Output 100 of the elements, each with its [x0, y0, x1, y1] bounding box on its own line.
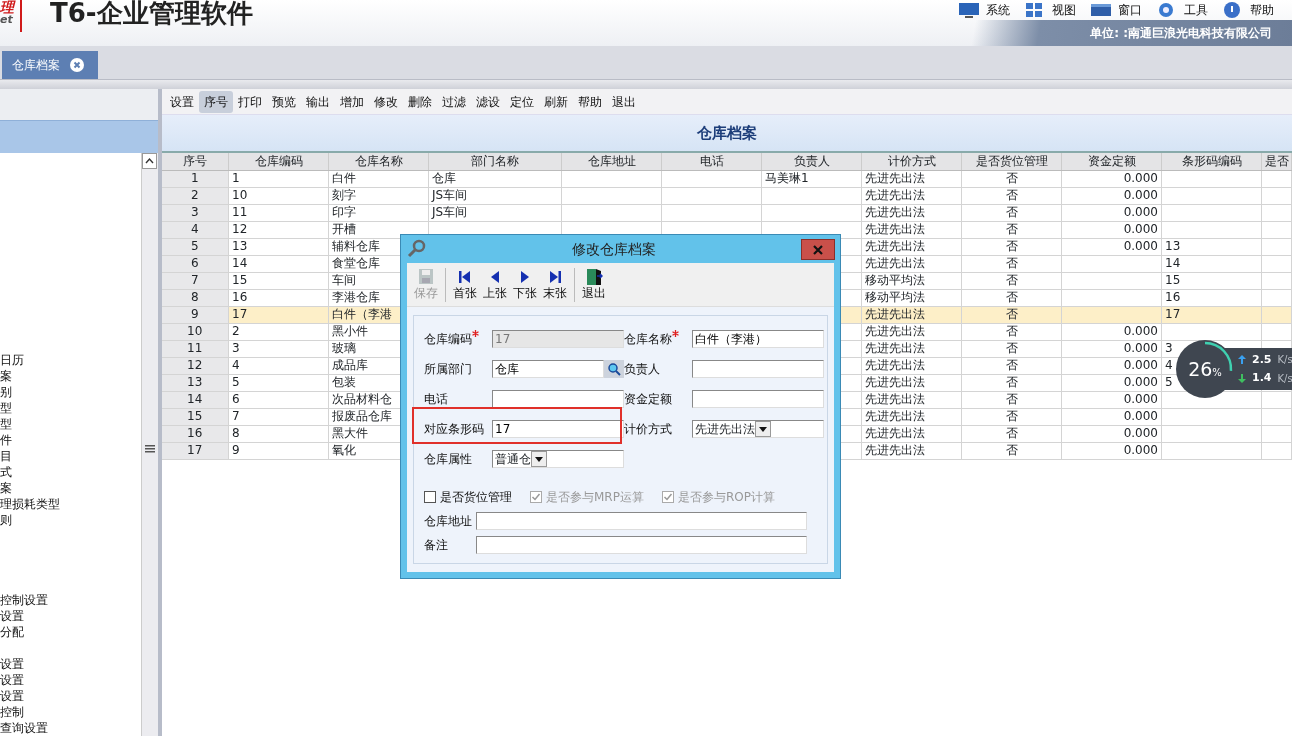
- input-field[interactable]: [476, 536, 807, 554]
- table-cell: 否: [961, 391, 1062, 408]
- sidebar-item[interactable]: 控制设置: [0, 592, 141, 608]
- scrollbar[interactable]: [140, 153, 158, 736]
- sidebar-item[interactable]: 式: [0, 464, 141, 480]
- toolbar-button[interactable]: 设置: [164, 90, 199, 113]
- toolbar-button[interactable]: 预览: [266, 90, 301, 113]
- sidebar-item[interactable]: 设置: [0, 656, 141, 672]
- table-cell: 0.000: [1061, 425, 1162, 442]
- sidebar-item[interactable]: 案: [0, 480, 141, 496]
- column-header[interactable]: 电话: [661, 153, 762, 170]
- dropdown[interactable]: 普通仓: [492, 450, 624, 468]
- table-cell: 否: [961, 289, 1062, 306]
- toolbar-button[interactable]: 过滤: [436, 90, 471, 113]
- column-header[interactable]: 条形码编码: [1161, 153, 1262, 170]
- sidebar-item[interactable]: 查询设置: [0, 720, 141, 736]
- toolbar-button[interactable]: 滤设: [470, 90, 505, 113]
- sidebar-item[interactable]: 型: [0, 400, 141, 416]
- logo-fragment: 理: [0, 0, 14, 14]
- table-cell: 0.000: [1061, 442, 1162, 459]
- sidebar-item[interactable]: 设置: [0, 688, 141, 704]
- close-icon[interactable]: [70, 58, 84, 72]
- table-cell: 先进先出法: [861, 187, 962, 204]
- sidebar-item[interactable]: 设置: [0, 608, 141, 624]
- table-cell: 5: [228, 374, 329, 391]
- sidebar-item[interactable]: 控制: [0, 704, 141, 720]
- table-cell: 8: [228, 425, 329, 442]
- table-cell: 12: [228, 221, 329, 238]
- input-field[interactable]: 仓库: [492, 360, 604, 378]
- toolbar-button[interactable]: 输出: [300, 90, 335, 113]
- table-cell: 0.000: [1061, 238, 1162, 255]
- toolbar-button[interactable]: 打印: [232, 90, 267, 113]
- toolbar-button[interactable]: 修改: [368, 90, 403, 113]
- toolbar-button[interactable]: 增加: [334, 90, 369, 113]
- toolbar-button[interactable]: 末张: [540, 268, 570, 301]
- column-header[interactable]: 负责人: [761, 153, 862, 170]
- document-tab[interactable]: 仓库档案: [2, 51, 98, 79]
- field-label: 备注: [424, 537, 449, 554]
- table-cell: 否: [961, 425, 1062, 442]
- input-field[interactable]: [476, 512, 807, 530]
- column-header[interactable]: 计价方式: [861, 153, 962, 170]
- toolbar-button[interactable]: 帮助: [572, 90, 607, 113]
- grip-icon[interactable]: [144, 445, 155, 453]
- sidebar-item[interactable]: 别: [0, 384, 141, 400]
- input-field[interactable]: [492, 390, 624, 408]
- column-header[interactable]: 资金定额: [1061, 153, 1162, 170]
- table-cell: 移动平均法: [861, 272, 962, 289]
- column-header[interactable]: 是否货位管理: [961, 153, 1062, 170]
- menu-item[interactable]: 窗口: [1090, 0, 1142, 20]
- column-header[interactable]: 序号: [161, 153, 229, 170]
- menu-item[interactable]: 视图: [1024, 0, 1076, 20]
- table-cell: 0.000: [1061, 391, 1162, 408]
- table-cell: 16: [228, 289, 329, 306]
- input-field[interactable]: [692, 360, 824, 378]
- input-field[interactable]: [692, 390, 824, 408]
- table-cell: 否: [961, 408, 1062, 425]
- table-cell: 0.000: [1061, 408, 1162, 425]
- table-cell: 先进先出法: [861, 442, 962, 459]
- menu-item[interactable]: 工具: [1156, 0, 1208, 20]
- toolbar-button[interactable]: 下张: [510, 268, 540, 301]
- toolbar-button[interactable]: 序号: [198, 90, 233, 113]
- checkbox[interactable]: 是否货位管理: [424, 488, 512, 506]
- toolbar-button[interactable]: 定位: [504, 90, 539, 113]
- column-header[interactable]: 仓库编码: [228, 153, 329, 170]
- menu-item[interactable]: 帮助: [1222, 0, 1274, 20]
- input-field[interactable]: 17: [492, 420, 624, 438]
- sidebar-item[interactable]: 案: [0, 368, 141, 384]
- menu-item[interactable]: 系统: [958, 0, 1010, 20]
- table-cell: 先进先出法: [861, 425, 962, 442]
- table-cell: 14: [228, 255, 329, 272]
- sidebar-item[interactable]: 理损耗类型: [0, 496, 141, 512]
- toolbar-button[interactable]: 首张: [450, 268, 480, 301]
- table-cell: 4: [228, 357, 329, 374]
- close-button[interactable]: [801, 238, 835, 260]
- upload-arrow-icon: [1238, 355, 1246, 365]
- table-cell: 0.000: [1061, 357, 1162, 374]
- sidebar-item[interactable]: 分配: [0, 624, 141, 640]
- toolbar-button[interactable]: 删除: [402, 90, 437, 113]
- column-header[interactable]: 是否: [1261, 153, 1292, 170]
- toolbar-button[interactable]: 上张: [480, 268, 510, 301]
- table-cell: 0.000: [1061, 204, 1162, 221]
- sidebar-item[interactable]: 目: [0, 448, 141, 464]
- toolbar-button[interactable]: 刷新: [538, 90, 573, 113]
- sidebar-item[interactable]: 件: [0, 432, 141, 448]
- sidebar-item[interactable]: 日历: [0, 352, 141, 368]
- column-header[interactable]: 部门名称: [428, 153, 562, 170]
- input-field[interactable]: 白件（李港）: [692, 330, 824, 348]
- column-header[interactable]: 仓库名称: [328, 153, 429, 170]
- sidebar-item[interactable]: 设置: [0, 672, 141, 688]
- close-icon: [813, 245, 823, 255]
- table-cell: 13: [228, 238, 329, 255]
- sidebar-item[interactable]: 型: [0, 416, 141, 432]
- checkbox-box[interactable]: [424, 491, 436, 503]
- toolbar-button[interactable]: 退出: [579, 268, 609, 301]
- sidebar-item[interactable]: 则: [0, 512, 141, 528]
- search-icon[interactable]: [604, 360, 624, 378]
- scroll-up-icon[interactable]: [142, 153, 157, 169]
- toolbar-button[interactable]: 退出: [606, 90, 641, 113]
- column-header[interactable]: 仓库地址: [561, 153, 662, 170]
- dropdown[interactable]: 先进先出法: [692, 420, 824, 438]
